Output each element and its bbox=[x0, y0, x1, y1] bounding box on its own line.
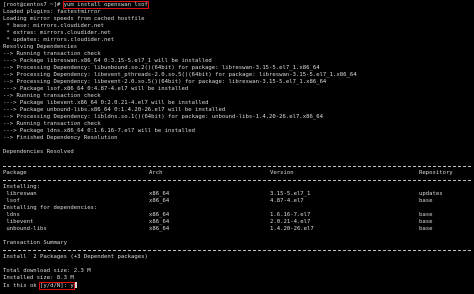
cell-package: ldns bbox=[3, 212, 20, 218]
table-header: Package Arch Version Repository bbox=[3, 170, 474, 177]
cell-repository: base bbox=[419, 212, 433, 218]
cell-version: 1.6.16-7.el7 bbox=[270, 212, 311, 218]
column-repository: Repository bbox=[419, 170, 453, 176]
dependency-rows: ldns x86_64 1.6.16-7.el7 base libevent x86_6… bbox=[3, 212, 474, 233]
download-size: Total download size: 2.3 M bbox=[3, 268, 91, 274]
output-line: * updates: mirrors.cloudider.net bbox=[3, 37, 115, 43]
install-count: Install 2 Packages (+3 Dependent package… bbox=[3, 254, 148, 260]
cell-repository: updates bbox=[419, 191, 443, 197]
confirm-text: Is this ok bbox=[3, 283, 41, 289]
output-line: Dependencies Resolved bbox=[3, 149, 74, 155]
output-line: ---> Package unbound-libs.x86_64 0:1.4.2… bbox=[3, 107, 226, 113]
cell-package: unbound-libs bbox=[3, 226, 47, 232]
yum-output: Loaded plugins: fastestmirror Loading mir… bbox=[3, 9, 474, 163]
confirm-answer[interactable]: [y/d/N]: y bbox=[38, 281, 76, 291]
installing-label: Installing: bbox=[3, 184, 41, 190]
table-separator bbox=[3, 177, 474, 184]
shell-prompt: [root@centos7 ~]# bbox=[3, 2, 61, 8]
column-package: Package bbox=[3, 170, 27, 176]
table-row: lsof x86_64 4.87-4.el7 base bbox=[3, 198, 474, 205]
table-row: libevent x86_64 2.0.21-4.el7 base bbox=[3, 219, 474, 226]
table-separator bbox=[3, 163, 474, 170]
output-line: --> Processing Dependency: libunbound.so… bbox=[3, 65, 320, 71]
output-line: Loading mirror speeds from cached hostfi… bbox=[3, 16, 145, 22]
deps-label: Installing for dependencies: bbox=[3, 205, 98, 211]
output-line: ---> Package ldns.x86_64 0:1.6.16-7.el7 … bbox=[3, 128, 195, 134]
cell-arch: x86_64 bbox=[149, 212, 170, 218]
cell-version: 2.0.21-4.el7 bbox=[270, 219, 311, 225]
output-line: Resolving Dependencies bbox=[3, 44, 78, 50]
table-row: unbound-libs x86_64 1.4.20-26.el7 base bbox=[3, 226, 474, 233]
cell-version: 4.87-4.el7 bbox=[270, 198, 304, 204]
table-row: ldns x86_64 1.6.16-7.el7 base bbox=[3, 212, 474, 219]
summary-separator bbox=[3, 247, 474, 254]
column-version: Version bbox=[270, 170, 294, 176]
output-line: --> Processing Dependency: libldns.so.1(… bbox=[3, 114, 323, 120]
column-arch: Arch bbox=[149, 170, 163, 176]
installed-size: Installed size: 8.3 M bbox=[3, 275, 74, 281]
cell-arch: x86_64 bbox=[149, 198, 170, 204]
cell-repository: base bbox=[419, 226, 433, 232]
output-line: * extras: mirrors.cloudider.net bbox=[3, 30, 111, 36]
cell-package: libevent bbox=[3, 219, 34, 225]
summary-title: Transaction Summary bbox=[3, 240, 67, 246]
table-row: libreswan x86_64 3.15-5.el7_1 updates bbox=[3, 191, 474, 198]
output-line: --> Running transaction check bbox=[3, 51, 101, 57]
output-line: --> Running transaction check bbox=[3, 93, 101, 99]
output-line: --> Processing Dependency: libevent_pthr… bbox=[3, 72, 357, 78]
output-line: * base: mirrors.cloudider.net bbox=[3, 23, 105, 29]
output-line: --> Processing Dependency: libevent-2.0.… bbox=[3, 79, 327, 85]
text-cursor bbox=[73, 282, 77, 288]
output-line: ---> Package libevent.x86_64 0:2.0.21-4.… bbox=[3, 100, 209, 106]
highlighted-command: yum install openswan lsof bbox=[62, 0, 150, 10]
output-line: --> Running transaction check bbox=[3, 121, 101, 127]
cell-version: 1.4.20-26.el7 bbox=[270, 226, 314, 232]
installing-rows: libreswan x86_64 3.15-5.el7_1 updates lsof x… bbox=[3, 191, 474, 205]
cell-version: 3.15-5.el7_1 bbox=[270, 191, 311, 197]
output-line: Loaded plugins: fastestmirror bbox=[3, 9, 101, 15]
output-line: ---> Package lsof.x86_64 0:4.87-4.el7 wi… bbox=[3, 86, 189, 92]
cell-arch: x86_64 bbox=[149, 226, 170, 232]
output-line: ---> Package libreswan.x86_64 0:3.15-5.e… bbox=[3, 58, 212, 64]
cell-repository: base bbox=[419, 219, 433, 225]
cell-package: lsof bbox=[3, 198, 20, 204]
terminal-window[interactable]: [root@centos7 ~]# yum install openswan l… bbox=[0, 0, 474, 294]
cell-package: libreswan bbox=[3, 191, 37, 197]
cell-repository: base bbox=[419, 198, 433, 204]
command-line: [root@centos7 ~]# yum install openswan l… bbox=[3, 0, 474, 10]
confirm-prompt[interactable]: Is this ok [y/d/N]: y bbox=[3, 281, 474, 291]
output-line: --> Finished Dependency Resolution bbox=[3, 135, 118, 141]
cell-arch: x86_64 bbox=[149, 219, 170, 225]
cell-arch: x86_64 bbox=[149, 191, 170, 197]
